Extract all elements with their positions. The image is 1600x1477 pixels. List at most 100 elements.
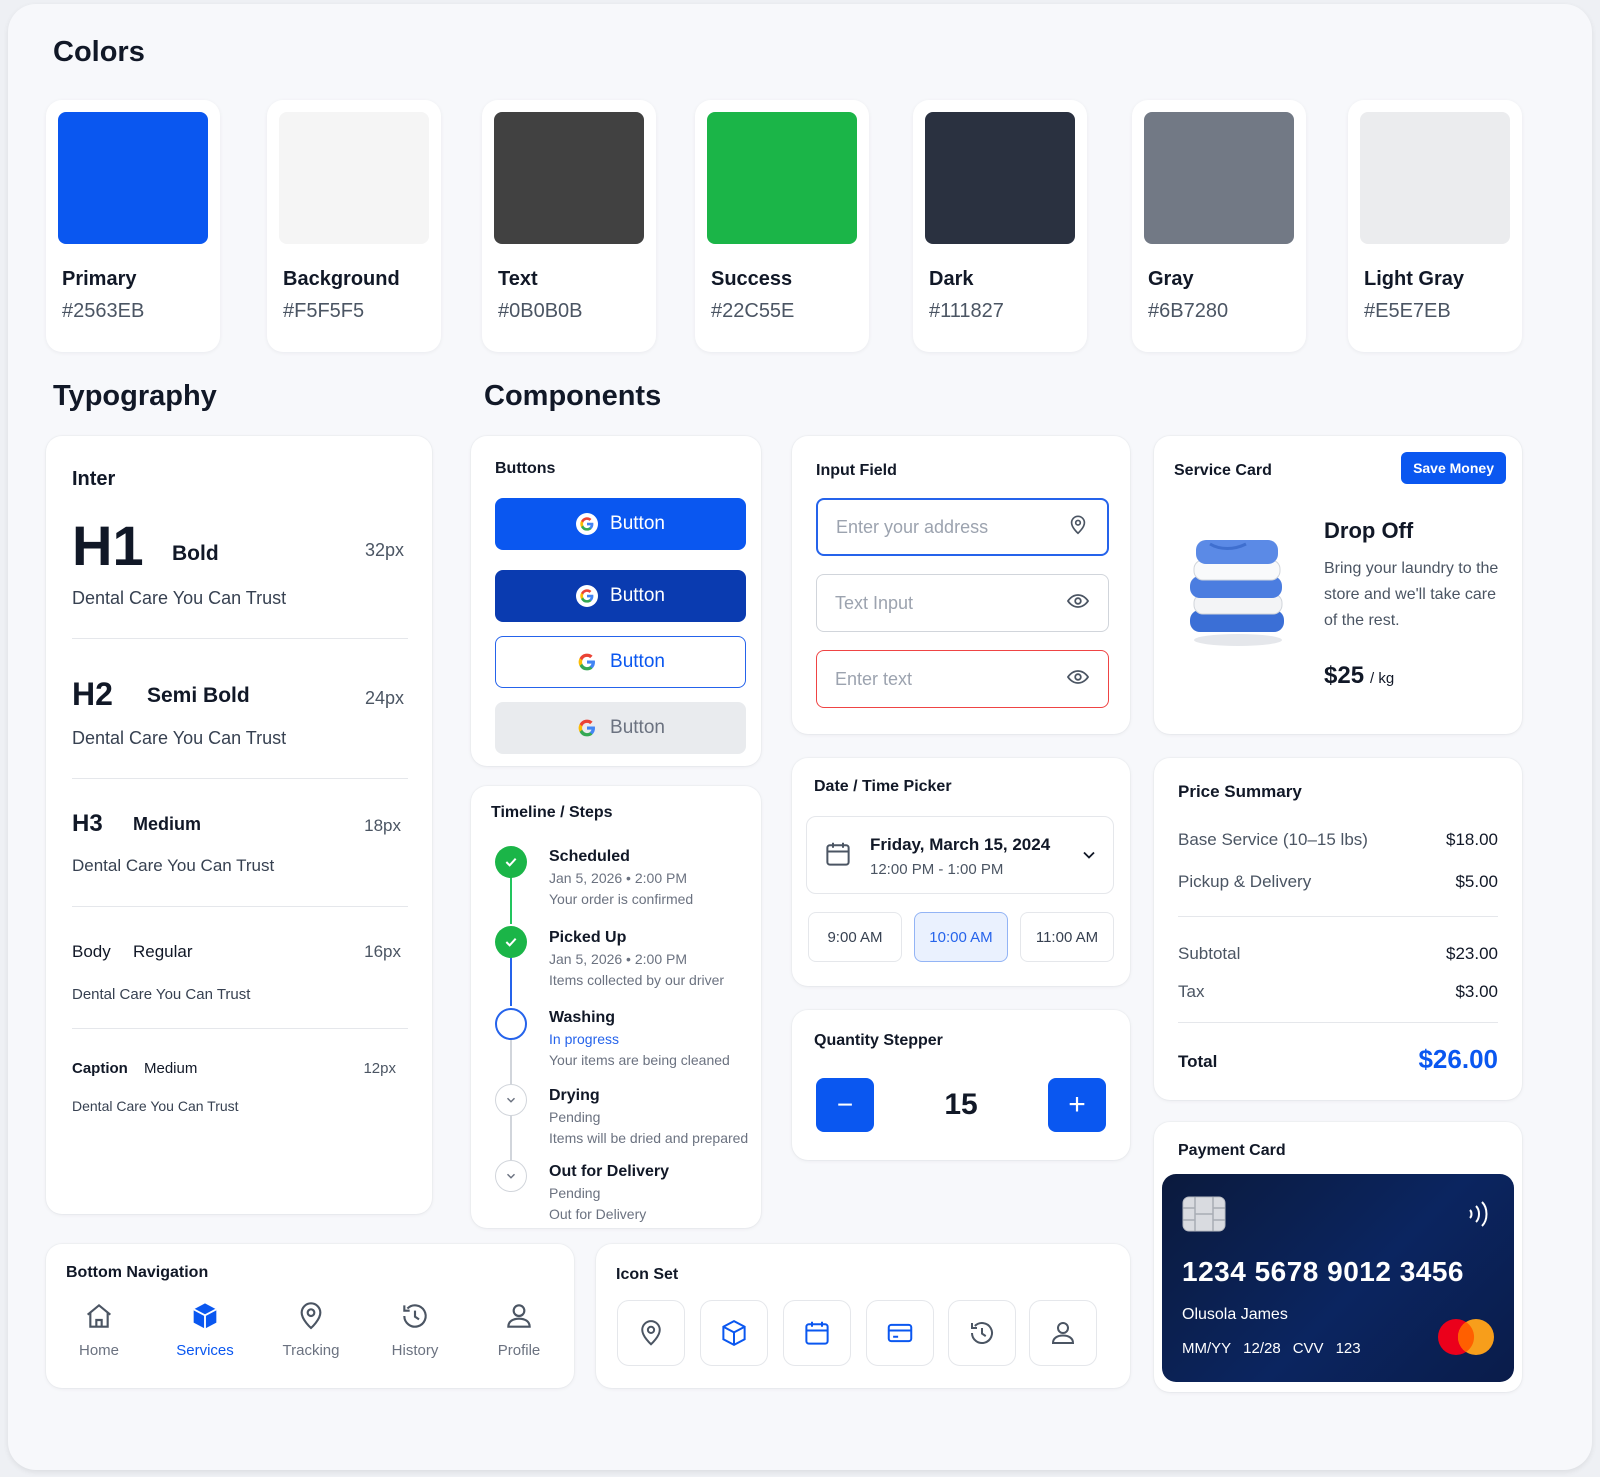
swatch-name: Primary — [62, 268, 137, 290]
step-line: Jan 5, 2026 • 2:00 PM — [549, 870, 687, 886]
service-card[interactable]: Service Card Save Money Drop Off Bring y… — [1154, 436, 1522, 734]
price-row-value: $5.00 — [1455, 872, 1498, 891]
nav-item-tracking[interactable]: Tracking — [271, 1300, 351, 1359]
cvv-label: CVV — [1292, 1340, 1324, 1357]
timeline-title: Timeline / Steps — [491, 804, 613, 821]
decrement-button[interactable]: − — [816, 1078, 874, 1132]
increment-button[interactable]: + — [1048, 1078, 1106, 1132]
box-icon[interactable] — [700, 1300, 768, 1366]
swatch-hex: #2563EB — [62, 300, 145, 322]
google-icon — [576, 717, 598, 739]
service-card-title: Service Card — [1174, 462, 1272, 479]
h3-sample: Dental Care You Can Trust — [72, 856, 275, 875]
cvv-value: 123 — [1335, 1340, 1361, 1357]
price-row-label: Base Service (10–15 lbs) — [1178, 830, 1368, 849]
nav-item-services[interactable]: Services — [165, 1300, 245, 1359]
button-label: Button — [610, 717, 665, 738]
primary-pressed-button[interactable]: Button — [495, 570, 746, 622]
buttons-title: Buttons — [495, 460, 556, 477]
user-icon — [503, 1300, 535, 1336]
mastercard-logo-icon — [1436, 1318, 1496, 1361]
nav-label: Profile — [497, 1342, 541, 1359]
text-input[interactable]: Text Input — [816, 574, 1109, 632]
eye-icon[interactable] — [1066, 665, 1090, 694]
history-icon — [399, 1300, 431, 1336]
swatch-name: Gray — [1148, 268, 1194, 290]
h1-tag: H1 — [72, 514, 144, 577]
step-line: In progress — [549, 1031, 620, 1047]
font-name: Inter — [72, 468, 116, 490]
step-title: Out for Delivery — [549, 1163, 670, 1180]
button-label: Button — [610, 585, 665, 606]
progress-circle-icon — [495, 1008, 527, 1040]
calendar-icon[interactable] — [783, 1300, 851, 1366]
total-label: Total — [1178, 1052, 1218, 1071]
h3-weight: Medium — [133, 814, 202, 834]
price-row-value: $3.00 — [1455, 982, 1498, 1001]
timeline-connector — [510, 1038, 512, 1084]
google-icon — [576, 651, 599, 673]
color-swatch-background: Background #F5F5F5 — [267, 100, 441, 352]
date-picker-title: Date / Time Picker — [814, 778, 952, 795]
credit-card[interactable]: 1234 5678 9012 3456 Olusola James MM/YY … — [1162, 1174, 1514, 1382]
h3-size: 18px — [364, 816, 401, 835]
chip-icon — [1182, 1196, 1226, 1237]
typography-heading: Typography — [53, 380, 217, 412]
disabled-button[interactable]: Button — [495, 702, 746, 754]
box-icon — [189, 1300, 221, 1336]
chevron-circle-icon — [495, 1084, 527, 1116]
divider — [72, 906, 408, 907]
swatch-name: Text — [498, 268, 538, 290]
quantity-value: 15 — [944, 1088, 978, 1121]
divider — [72, 778, 408, 779]
swatch-name: Background — [283, 268, 400, 290]
date-time-picker-card: Date / Time Picker Friday, March 15, 202… — [792, 758, 1130, 986]
outline-button[interactable]: Button — [495, 636, 746, 688]
map-pin-icon — [1067, 514, 1089, 541]
buttons-card: Buttons Button Button Button Button — [471, 436, 761, 766]
primary-button[interactable]: Button — [495, 498, 746, 550]
selected-time-range: 12:00 PM - 1:00 PM — [870, 861, 1004, 878]
nav-item-history[interactable]: History — [375, 1300, 455, 1359]
time-slot-selected[interactable]: 10:00 AM — [914, 912, 1008, 962]
expiry-label: MM/YY — [1182, 1340, 1232, 1357]
nav-item-home[interactable]: Home — [59, 1300, 139, 1359]
timeline-card: Timeline / Steps Scheduled Jan 5, 2026 •… — [471, 786, 761, 1228]
divider — [72, 638, 408, 639]
quantity-stepper-card: Quantity Stepper − 15 + — [792, 1010, 1130, 1160]
error-input[interactable]: Enter text — [816, 650, 1109, 708]
price-row-label: Tax — [1178, 982, 1205, 1001]
price-row-label: Pickup & Delivery — [1178, 872, 1312, 891]
step-title: Scheduled — [549, 848, 630, 865]
selected-date: Friday, March 15, 2024 — [870, 835, 1051, 854]
timeline-connector — [510, 956, 512, 1006]
nav-label: Tracking — [282, 1342, 340, 1359]
input-field-title: Input Field — [816, 462, 897, 479]
time-slot[interactable]: 11:00 AM — [1020, 912, 1114, 962]
text-input-placeholder: Text Input — [835, 592, 914, 613]
nav-item-profile[interactable]: Profile — [479, 1300, 559, 1359]
color-swatch-text: Text #0B0B0B — [482, 100, 656, 352]
h1-weight: Bold — [172, 542, 219, 565]
bottom-nav-title: Bottom Navigation — [66, 1264, 209, 1281]
eye-icon[interactable] — [1066, 589, 1090, 618]
history-icon[interactable] — [948, 1300, 1016, 1366]
step-title: Washing — [549, 1009, 616, 1026]
check-icon — [495, 926, 527, 958]
swatch-fill — [925, 112, 1075, 244]
card-number: 1234 5678 9012 3456 — [1182, 1256, 1464, 1287]
card-icon[interactable] — [866, 1300, 934, 1366]
user-icon[interactable] — [1029, 1300, 1097, 1366]
swatch-hex: #F5F5F5 — [283, 300, 365, 322]
price-summary-title: Price Summary — [1178, 782, 1302, 801]
h1-sample: Dental Care You Can Trust — [72, 588, 287, 608]
time-slot[interactable]: 9:00 AM — [808, 912, 902, 962]
map-pin-icon[interactable] — [617, 1300, 685, 1366]
price-row-value: $18.00 — [1446, 830, 1498, 849]
date-dropdown[interactable]: Friday, March 15, 2024 12:00 PM - 1:00 P… — [806, 816, 1114, 894]
address-input[interactable]: Enter your address — [816, 498, 1109, 556]
icon-set-title: Icon Set — [616, 1266, 679, 1283]
price-unit: / kg — [1370, 670, 1395, 687]
step-line: Pending — [549, 1185, 601, 1201]
h2-sample: Dental Care You Can Trust — [72, 728, 287, 748]
